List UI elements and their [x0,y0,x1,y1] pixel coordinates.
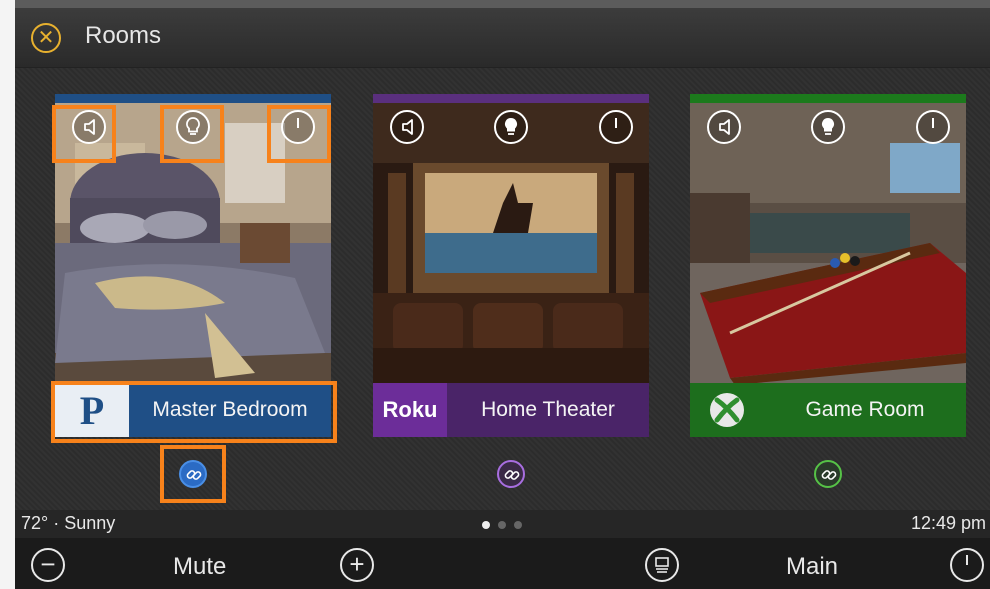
header-bar: ✕ Rooms [15,8,990,68]
room-photo [55,103,331,385]
weather-readout: 72° · Sunny [21,513,116,533]
xbox-logo [690,383,764,437]
rooms-carousel: P Master Bedroom Roku Home Theater Game … [15,68,990,510]
bottom-bar: − Mute + Main [15,538,990,589]
close-icon[interactable]: ✕ [31,23,61,53]
link-icon[interactable] [497,460,525,488]
page-title: Rooms [85,22,162,49]
volume-up-button[interactable]: + [340,548,374,582]
room-card-master-bedroom[interactable]: P Master Bedroom [55,94,331,437]
roku-logo: Roku [373,383,447,437]
clock: 12:49 pm [910,513,986,533]
main-button[interactable]: Main [786,553,838,581]
volume-icon[interactable] [390,110,424,144]
menu-icon[interactable] [645,548,679,582]
power-icon[interactable] [916,110,950,144]
page-dot[interactable] [514,521,522,529]
page-dot-active[interactable] [482,521,490,529]
card-accent [690,94,966,103]
room-photo [690,103,966,385]
page-indicator [482,521,522,529]
room-name: Master Bedroom [152,398,308,421]
touch-panel: ✕ Rooms P Master Bedroom Roku Home Theat… [15,0,990,589]
room-label-bar[interactable]: Game Room [690,383,966,437]
page-dot[interactable] [498,521,506,529]
room-photo [373,103,649,385]
power-icon[interactable] [599,110,633,144]
room-name: Game Room [805,398,925,421]
mute-button[interactable]: Mute [173,553,226,581]
pandora-logo: P [55,383,129,437]
power-icon[interactable] [281,110,315,144]
room-card-game-room[interactable]: Game Room [690,94,966,437]
card-accent [373,94,649,103]
room-card-home-theater[interactable]: Roku Home Theater [373,94,649,437]
room-name: Home Theater [481,398,615,421]
power-button[interactable] [950,548,984,582]
volume-icon[interactable] [72,110,106,144]
card-accent [55,94,331,103]
volume-icon[interactable] [707,110,741,144]
link-icon[interactable] [814,460,842,488]
top-strip [15,0,990,8]
light-bulb-icon[interactable] [176,110,210,144]
room-label-bar[interactable]: Roku Home Theater [373,383,649,437]
status-row: 72° · Sunny 12:49 pm [15,510,990,538]
volume-down-button[interactable]: − [31,548,65,582]
light-bulb-icon[interactable] [494,110,528,144]
room-label-bar[interactable]: P Master Bedroom [55,383,331,437]
link-icon[interactable] [179,460,207,488]
light-bulb-icon[interactable] [811,110,845,144]
